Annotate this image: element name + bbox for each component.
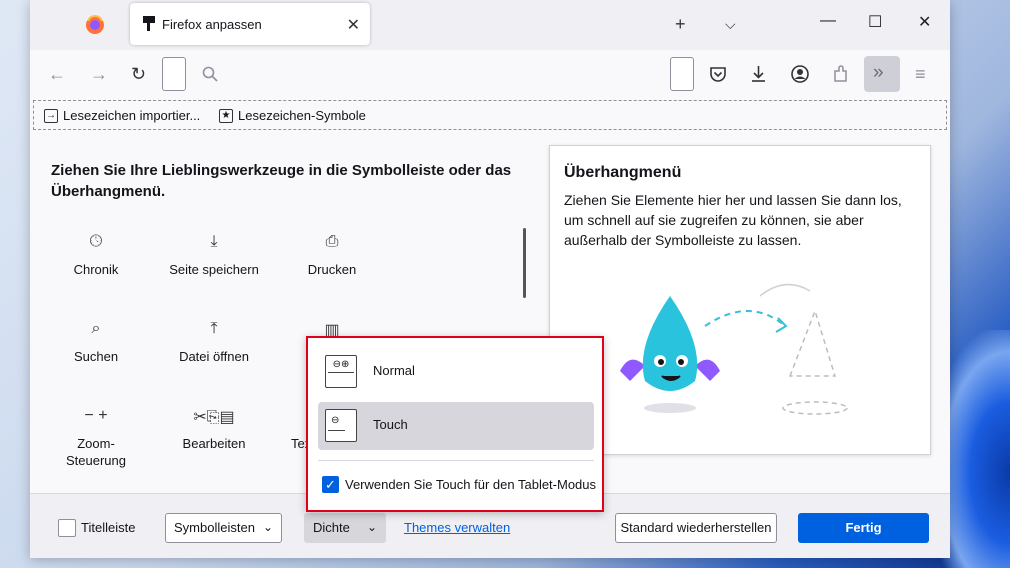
palette-item-history[interactable]: 🕓︎ Chronik <box>41 233 151 278</box>
palette-item-open-file[interactable]: ⤒ Datei öffnen <box>159 320 269 365</box>
dragon-illustration-icon <box>620 283 848 415</box>
window-close-icon[interactable]: ✕ <box>918 12 931 32</box>
density-touch-icon: ⊖ <box>325 409 357 442</box>
hamburger-menu-icon[interactable]: ≡ <box>915 64 926 85</box>
bookmark-symbols-label: Lesezeichen-Symbole <box>238 108 366 123</box>
palette-item-label: Suchen <box>73 349 119 364</box>
overflow-panel-title: Überhangmenü <box>564 164 682 181</box>
printer-icon: ⎙ <box>325 233 339 250</box>
density-dropdown[interactable]: Dichte ⌄ <box>304 513 386 543</box>
search-icon <box>202 66 218 82</box>
nav-toolbar: ← → ↻ » ≡ <box>30 50 950 98</box>
search-icon: ⌕ <box>91 320 101 337</box>
back-icon[interactable]: ← <box>48 64 66 85</box>
titlebar-checkbox-label: Titelleiste <box>81 520 136 535</box>
firefox-logo-icon[interactable] <box>82 12 108 38</box>
flexible-space[interactable] <box>162 57 186 91</box>
density-option-label: Normal <box>373 363 415 378</box>
chevron-down-icon: ⌄ <box>262 520 273 534</box>
import-icon: → <box>44 108 58 123</box>
palette-item-label: Chronik <box>73 262 119 277</box>
density-option-touch[interactable]: ⊖ Touch <box>318 402 594 450</box>
titlebar-checkbox[interactable] <box>58 519 76 537</box>
bookmark-import[interactable]: → Lesezeichen importier... <box>44 108 200 123</box>
palette-scrollbar[interactable] <box>523 228 526 298</box>
restore-defaults-button[interactable]: Standard wiederherstellen <box>615 513 777 543</box>
new-tab-button[interactable]: + <box>675 14 686 35</box>
reload-icon[interactable]: ↻ <box>131 64 146 85</box>
density-normal-icon: ⊖⊕ <box>325 355 357 388</box>
popup-divider <box>318 460 594 461</box>
palette-heading: Ziehen Sie Ihre Lieblingswerkzeuge in di… <box>51 162 512 200</box>
account-icon[interactable] <box>791 65 809 83</box>
maximize-icon[interactable]: ☐ <box>868 12 882 32</box>
done-button[interactable]: Fertig <box>798 513 929 543</box>
tablet-mode-checkbox-label: Verwenden Sie Touch für den Tablet-Modus <box>345 477 597 492</box>
pocket-icon[interactable] <box>709 66 727 83</box>
edit-controls-icon: ✂⎘▤ <box>193 409 235 426</box>
palette-item-label: Drucken <box>307 262 357 277</box>
palette-item-print[interactable]: ⎙ Drucken <box>277 233 387 278</box>
overflow-panel: Überhangmenü Ziehen Sie Elemente hier he… <box>549 145 931 455</box>
palette-item-label: Zoom- Steuerung <box>66 436 126 468</box>
palette-item-edit[interactable]: ✂⎘▤ Bearbeiten <box>159 407 269 452</box>
tab-customize[interactable]: Firefox anpassen ✕ <box>130 3 370 45</box>
palette-item-zoom[interactable]: − + Zoom- Steuerung <box>41 407 151 469</box>
paintbrush-icon <box>143 16 155 31</box>
extensions-icon[interactable] <box>832 65 850 83</box>
density-option-normal[interactable]: ⊖⊕ Normal <box>318 348 594 396</box>
clock-icon: 🕓︎ <box>89 233 103 250</box>
open-file-icon: ⤒ <box>210 320 218 337</box>
manage-themes-link[interactable]: Themes verwalten <box>404 520 510 535</box>
palette-item-label: Datei öffnen <box>179 349 249 364</box>
chevron-down-icon: ⌄ <box>366 520 377 534</box>
tablet-mode-checkbox[interactable]: ✓ <box>322 476 339 493</box>
overflow-panel-description: Ziehen Sie Elemente hier her und lassen … <box>564 192 902 248</box>
palette-item-save-page[interactable]: ⤓ Seite speichern <box>159 233 269 278</box>
toolbars-dropdown-label: Symbolleisten <box>174 520 255 535</box>
flexible-space-right[interactable] <box>670 57 694 91</box>
minimize-icon[interactable]: — <box>820 12 836 30</box>
bookmark-import-label: Lesezeichen importier... <box>63 108 201 123</box>
overflow-menu-button[interactable]: » <box>864 56 900 92</box>
star-icon: ★ <box>219 108 233 123</box>
palette-item-label: Bearbeiten <box>182 436 246 451</box>
toolbars-dropdown[interactable]: Symbolleisten ⌄ <box>165 513 282 543</box>
bookmarks-toolbar: → Lesezeichen importier... ★ Lesezeichen… <box>33 100 947 130</box>
tab-title: Firefox anpassen <box>162 17 262 32</box>
tab-close-icon[interactable]: ✕ <box>347 15 360 35</box>
density-popup: ⊖⊕ Normal ⊖ Touch ✓ Verwenden Sie Touch … <box>306 336 604 512</box>
double-chevron-icon: » <box>873 62 884 83</box>
tab-bar: Firefox anpassen ✕ + ⌵ — ☐ ✕ <box>30 0 950 50</box>
zoom-controls-icon: − + <box>84 407 108 424</box>
downloads-icon[interactable] <box>750 65 767 83</box>
bookmark-symbols[interactable]: ★ Lesezeichen-Symbole <box>219 108 366 123</box>
save-page-icon: ⤓ <box>210 233 218 250</box>
density-dropdown-label: Dichte <box>313 520 350 535</box>
list-tabs-icon[interactable]: ⌵ <box>725 16 736 33</box>
forward-icon[interactable]: → <box>90 64 108 85</box>
palette-item-label: Seite speichern <box>169 262 259 277</box>
palette-item-search[interactable]: ⌕ Suchen <box>41 320 151 365</box>
density-option-label: Touch <box>373 417 408 432</box>
